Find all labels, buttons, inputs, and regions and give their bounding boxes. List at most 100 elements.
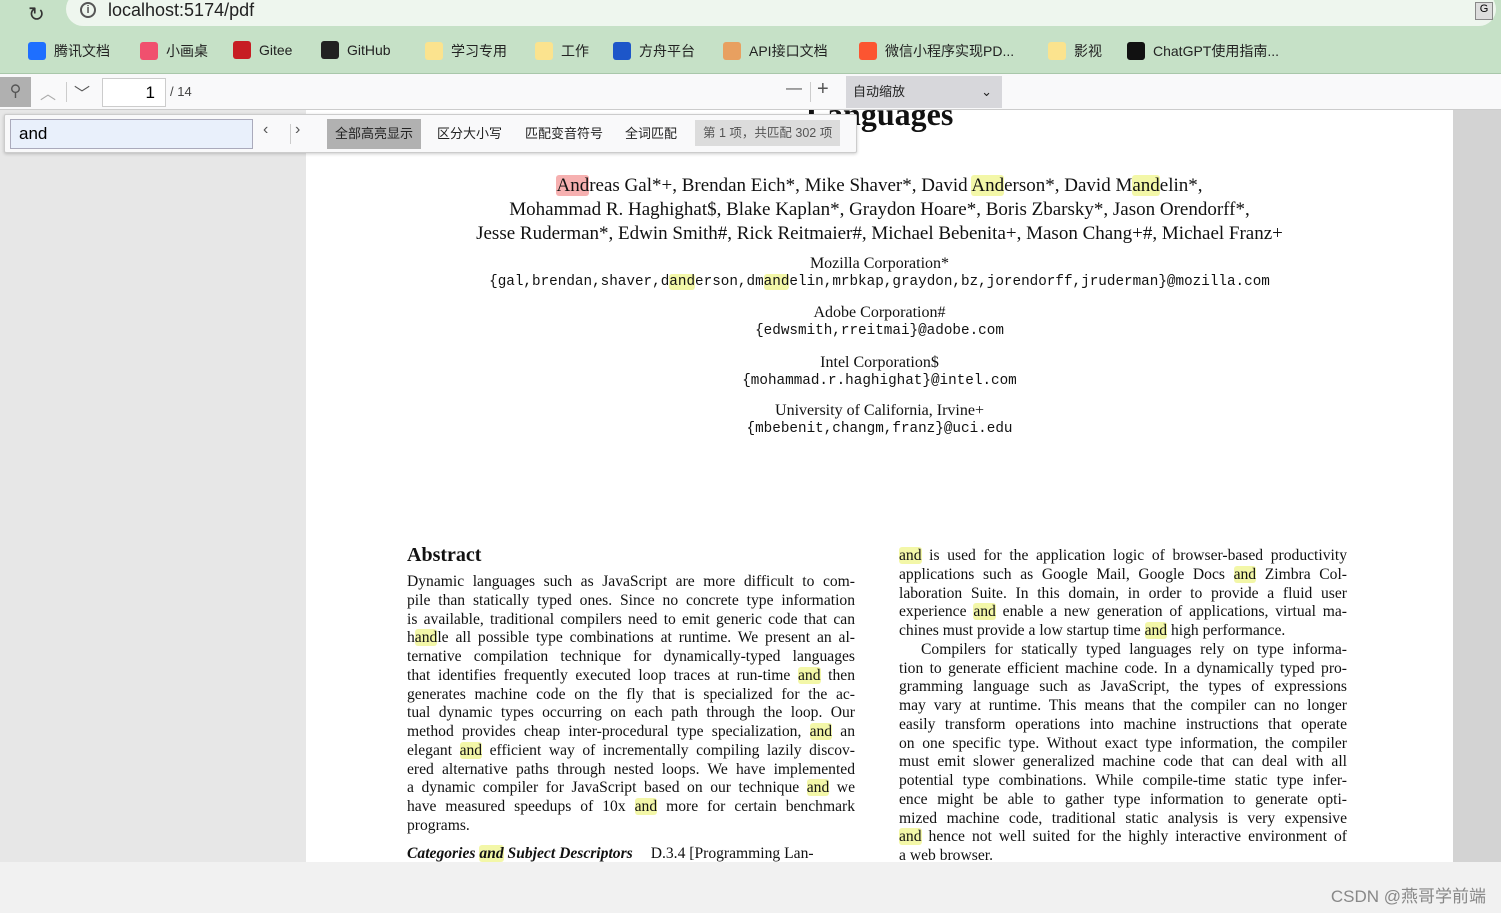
text-line: is available, traditional compilers need…: [407, 610, 855, 628]
text-line: Dynamic languages such as JavaScript are…: [407, 573, 855, 590]
match-highlight: and: [634, 798, 658, 815]
page-count: / 14: [170, 84, 192, 99]
bookmark-4[interactable]: 学习专用: [425, 41, 507, 61]
categories-line: Categories and Subject Descriptors D.3.4 …: [407, 845, 855, 862]
tencent-docs-icon: [28, 42, 46, 60]
fangzhou-icon: [613, 42, 631, 60]
folder-icon: [1048, 42, 1066, 60]
text-line: applications such as Google Mail, Google…: [899, 565, 1348, 583]
highlight-all-toggle[interactable]: 全部高亮显示: [327, 119, 422, 149]
match-highlight: and: [459, 741, 483, 759]
text-line: may vary at runtime. This means that the…: [899, 697, 1347, 714]
bookmark-7[interactable]: API接口文档: [723, 41, 828, 61]
find-input[interactable]: and: [10, 119, 253, 149]
zoom-select[interactable]: 自动缩放 ⌄: [846, 76, 1002, 108]
text-line: tual dynamic types occurring on each pat…: [407, 704, 855, 722]
zoom-select-value: 自动缩放: [853, 84, 906, 99]
text-line: must emit slower generalized machine cod…: [899, 753, 1347, 771]
text-line: potential type combinations. While compi…: [899, 772, 1347, 789]
text-line: a dynamic compiler for JavaScript based …: [407, 779, 855, 797]
match-highlight: and: [798, 666, 821, 684]
pdf-toolbar: ⚲ ︿ ﹀ 1 / 14 — + 自动缩放 ⌄: [0, 74, 1501, 110]
pdf-viewer[interactable]: Languages Andreas Gal*+, Brendan Eich*, …: [0, 110, 1501, 862]
find-next-button[interactable]: ›: [295, 121, 300, 139]
bookmark-9[interactable]: 影视: [1048, 41, 1102, 61]
match-highlight: and: [973, 603, 996, 621]
bookmark-0[interactable]: 腾讯文档: [28, 41, 110, 61]
folder-icon: [535, 42, 553, 60]
bookmark-label: 学习专用: [451, 43, 507, 59]
bookmark-1[interactable]: 小画桌: [140, 41, 208, 61]
match-highlight: and: [479, 845, 504, 862]
match-case-toggle[interactable]: 区分大小写: [429, 119, 510, 149]
reload-icon[interactable]: ↻: [28, 2, 45, 27]
affiliation-name: Mozilla Corporation*: [809, 255, 950, 272]
site-info-icon[interactable]: i: [80, 2, 96, 18]
match-highlight: And: [971, 175, 1005, 196]
viewer-scrollbar[interactable]: [1453, 110, 1501, 862]
text-line: pile than statically typed ones. Since n…: [407, 591, 855, 609]
previous-page-button[interactable]: ︿: [40, 80, 56, 104]
bookmark-8[interactable]: 微信小程序实现PD...: [859, 41, 1014, 61]
page-number-input[interactable]: 1: [102, 78, 166, 107]
match-highlight: and: [809, 723, 833, 740]
zoom-out-button[interactable]: —: [786, 80, 802, 98]
bookmark-label: ChatGPT使用指南...: [1153, 43, 1280, 59]
bookmark-label: API接口文档: [749, 43, 828, 59]
doc-icon: [723, 42, 741, 60]
zoom-in-button[interactable]: +: [817, 78, 829, 101]
folder-icon: [425, 42, 443, 60]
text-line: programs.: [407, 816, 470, 834]
affiliation-emails: {mohammad.r.haghighat}@intel.com: [742, 373, 1017, 389]
text-line: on one specific type. Without exact type…: [899, 734, 1347, 752]
bookmark-label: 小画桌: [166, 43, 208, 59]
find-previous-button[interactable]: ‹: [263, 121, 268, 139]
text-line: Compilers for statically typed languages…: [921, 640, 1347, 658]
text-line: ered alternative paths through nested lo…: [407, 760, 855, 778]
bookmark-label: 方舟平台: [639, 43, 695, 59]
pdf-page: Languages Andreas Gal*+, Brendan Eich*, …: [306, 110, 1453, 862]
affiliation-name: Intel Corporation$: [820, 354, 939, 371]
xiaohuazhuo-icon: [140, 42, 158, 60]
match-highlight: and: [1233, 565, 1257, 583]
text-line: handle all possible type combinations at…: [407, 629, 855, 647]
bookmark-10[interactable]: ChatGPT使用指南...: [1127, 41, 1279, 61]
abstract-column: Dynamic languages such as JavaScript are…: [407, 573, 855, 836]
author-line: Jesse Ruderman*, Edwin Smith#, Rick Reit…: [476, 223, 1283, 244]
text-line: tion to generate efficient machine code.…: [899, 659, 1347, 677]
translate-icon[interactable]: G: [1475, 2, 1493, 20]
abstract-heading: Abstract: [407, 544, 482, 566]
match-highlight: and: [1144, 622, 1168, 639]
file-icon: [1127, 42, 1145, 60]
gitee-icon: [233, 41, 251, 59]
whole-words-toggle[interactable]: 全词匹配: [617, 119, 685, 149]
search-icon: ⚲: [9, 83, 22, 100]
text-line: easily transform operations into machine…: [899, 715, 1347, 733]
bookmark-6[interactable]: 方舟平台: [613, 41, 695, 61]
text-line: mized machine code, traditional static a…: [899, 809, 1347, 827]
affiliation-emails: {mbebenit,changm,franz}@uci.edu: [746, 421, 1013, 437]
next-page-button[interactable]: ﹀: [74, 80, 90, 104]
search-toggle-button[interactable]: ⚲: [0, 77, 31, 107]
bookmark-label: 影视: [1074, 43, 1102, 59]
url-text[interactable]: localhost:5174/pdf: [108, 0, 254, 21]
github-icon: [321, 41, 339, 59]
text-line: method provides cheap inter-procedural t…: [407, 723, 856, 740]
bookmarks-bar: 腾讯文档 小画桌 Gitee GitHub 学习专用 工作 方舟平台 API接口文档 微信小程序…: [0, 28, 1501, 74]
forward-icon[interactable]: ›: [0, 2, 1, 25]
address-bar-area: › ↻ i localhost:5174/pdf G: [0, 0, 1501, 28]
match-diacritics-toggle[interactable]: 匹配变音符号: [517, 119, 611, 149]
text-line: elegant and efficient way of incremental…: [407, 741, 855, 759]
omnibox[interactable]: [66, 0, 1496, 26]
bookmark-2[interactable]: Gitee: [233, 41, 292, 59]
affiliation-emails: {gal,brendan,shaver,danderson,dmandelin,…: [489, 274, 1270, 290]
author-line: Andreas Gal*+, Brendan Eich*, Mike Shave…: [556, 175, 1203, 196]
bookmark-label: Gitee: [259, 42, 293, 58]
bookmark-5[interactable]: 工作: [535, 41, 589, 61]
csdn-icon: [859, 42, 877, 60]
match-highlight: and: [414, 629, 438, 647]
text-line: a web browser.: [899, 847, 993, 862]
bookmark-3[interactable]: GitHub: [321, 41, 391, 59]
text-line: gramming language such as JavaScript, th…: [899, 678, 1347, 696]
text-line: and hence not well suited for the highly…: [899, 828, 1347, 846]
